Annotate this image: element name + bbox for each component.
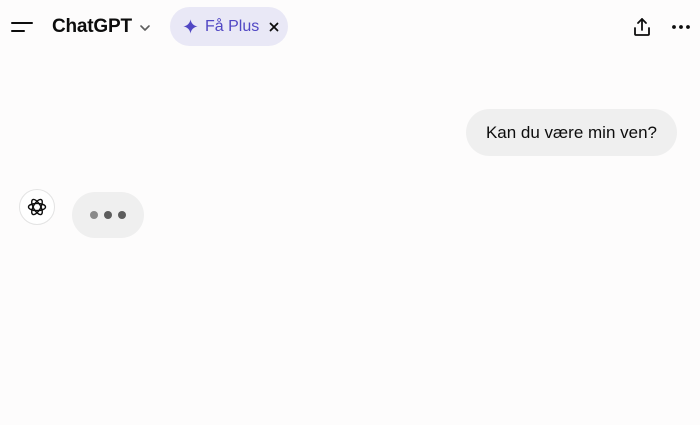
share-icon[interactable] <box>629 14 655 40</box>
sparkle-icon <box>182 18 199 35</box>
more-icon[interactable] <box>668 14 694 40</box>
chevron-down-icon <box>138 21 152 35</box>
typing-dot <box>104 211 112 219</box>
top-bar: ChatGPT Få Plus <box>0 0 700 54</box>
typing-dot <box>90 211 98 219</box>
user-message-bubble: Kan du være min ven? <box>465 109 677 156</box>
upgrade-label[interactable]: Få Plus <box>205 18 259 36</box>
typing-dot <box>118 211 126 219</box>
openai-logo-icon <box>27 198 47 216</box>
menu-icon[interactable] <box>8 13 36 41</box>
upgrade-plus-button[interactable]: Få Plus <box>170 7 288 46</box>
model-selector[interactable]: ChatGPT <box>52 12 152 42</box>
user-message-text: Kan du være min ven? <box>485 122 657 142</box>
close-icon[interactable] <box>268 21 280 33</box>
assistant-avatar <box>19 189 55 225</box>
assistant-typing-indicator <box>72 192 144 238</box>
model-name: ChatGPT <box>52 16 132 37</box>
